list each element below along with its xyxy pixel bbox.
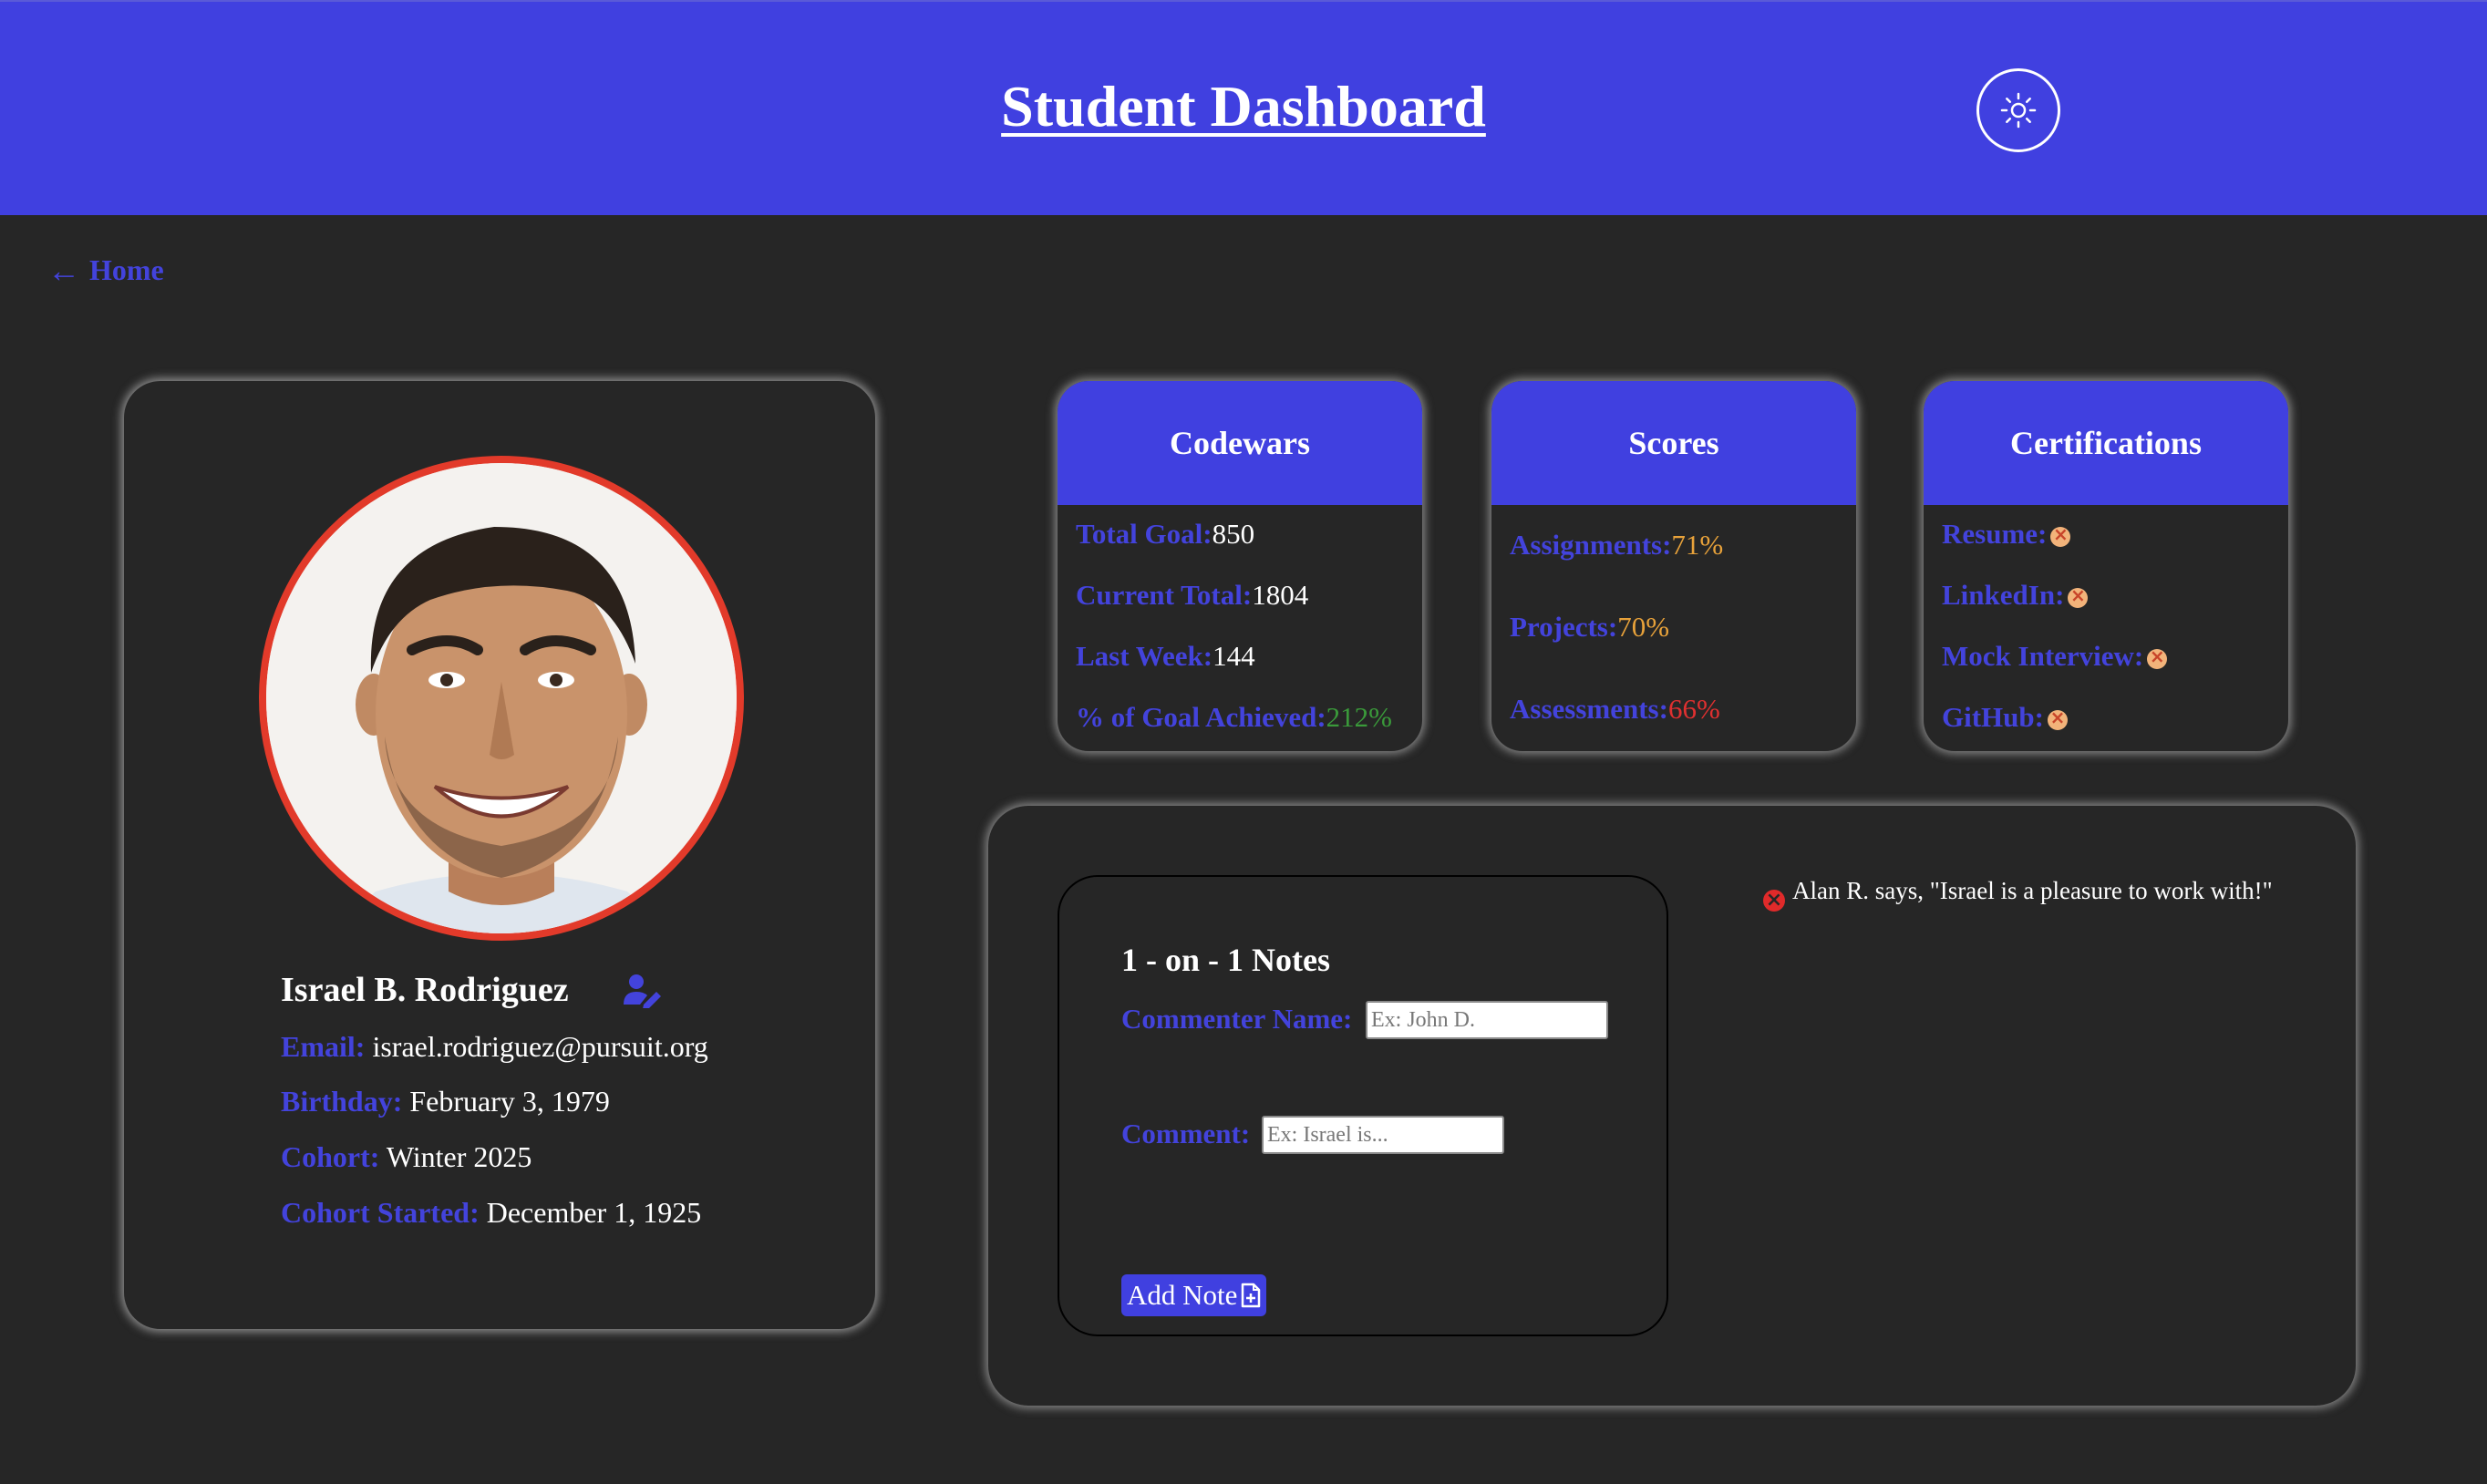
cohort-label: Cohort: (281, 1140, 380, 1173)
scores-projects: Projects:70% (1510, 611, 1669, 644)
certifications-title: Certifications (1924, 381, 2288, 505)
commenter-name-input[interactable] (1366, 1001, 1608, 1039)
codewars-goal-achieved-value: 212% (1326, 701, 1392, 733)
certifications-card: Certifications Resume: LinkedIn: Mock In… (1924, 381, 2288, 751)
codewars-title: Codewars (1058, 381, 1422, 505)
cert-mock-interview: Mock Interview: (1942, 640, 2168, 673)
cert-resume-label: Resume: (1942, 518, 2048, 550)
x-circle-icon (2147, 645, 2168, 669)
birthday-value: February 3, 1979 (409, 1085, 610, 1118)
codewars-goal-achieved: % of Goal Achieved:212% (1076, 701, 1392, 734)
scores-assignments: Assignments:71% (1510, 529, 1723, 562)
scores-projects-label: Projects: (1510, 611, 1618, 643)
birthday-row: Birthday: February 3, 1979 (281, 1085, 610, 1118)
codewars-last-week-label: Last Week: (1076, 640, 1213, 672)
codewars-last-week: Last Week:144 (1076, 640, 1255, 673)
codewars-total-goal-label: Total Goal: (1076, 518, 1213, 550)
delete-comment-icon[interactable] (1763, 885, 1785, 916)
cohort-started-label: Cohort Started: (281, 1196, 480, 1229)
profile-card: Israel B. Rodriguez Email: israel.rodrig… (124, 381, 875, 1329)
codewars-card: Codewars Total Goal:850 Current Total:18… (1058, 381, 1422, 751)
arrow-left-icon: ← (47, 252, 80, 289)
avatar (259, 456, 744, 941)
scores-card: Scores Assignments:71% Projects:70% Asse… (1491, 381, 1856, 751)
scores-assessments: Assessments:66% (1510, 693, 1720, 726)
cert-linkedin-label: LinkedIn: (1942, 579, 2065, 611)
page-title: Student Dashboard (1001, 74, 1486, 139)
notes-title: 1 - on - 1 Notes (1121, 942, 1330, 978)
x-circle-icon (2050, 523, 2071, 547)
scores-projects-value: 70% (1617, 611, 1670, 643)
cert-resume: Resume: (1942, 518, 2071, 551)
scores-assessments-label: Assessments: (1510, 693, 1668, 725)
codewars-last-week-value: 144 (1213, 640, 1255, 672)
cohort-row: Cohort: Winter 2025 (281, 1140, 531, 1174)
codewars-current-total: Current Total:1804 (1076, 579, 1308, 612)
email-label: Email: (281, 1030, 366, 1063)
codewars-total-goal: Total Goal:850 (1076, 518, 1254, 551)
home-link[interactable]: ← Home (47, 253, 164, 287)
scores-assignments-value: 71% (1671, 529, 1724, 561)
codewars-total-goal-value: 850 (1212, 518, 1255, 550)
cohort-started-row: Cohort Started: December 1, 1925 (281, 1196, 701, 1230)
scores-assignments-label: Assignments: (1510, 529, 1672, 561)
comment-input[interactable] (1262, 1116, 1504, 1154)
x-circle-icon (2047, 706, 2068, 730)
notes-form: 1 - on - 1 Notes Commenter Name: Comment… (1058, 875, 1668, 1336)
cert-linkedin: LinkedIn: (1942, 579, 2089, 612)
comment-text: Alan R. says, "Israel is a pleasure to w… (1792, 877, 2273, 904)
comment-label: Comment: (1121, 1118, 1251, 1149)
home-link-label: Home (89, 253, 164, 286)
cohort-value: Winter 2025 (386, 1140, 532, 1173)
commenter-name-label: Commenter Name: (1121, 1003, 1353, 1035)
theme-toggle-button[interactable] (1976, 68, 2060, 152)
file-plus-icon (1242, 1283, 1261, 1308)
comment-item: Alan R. says, "Israel is a pleasure to w… (1763, 875, 2274, 916)
codewars-goal-achieved-label: % of Goal Achieved: (1076, 701, 1326, 733)
x-circle-icon (2068, 584, 2089, 608)
birthday-label: Birthday: (281, 1085, 403, 1118)
codewars-current-total-value: 1804 (1252, 579, 1309, 611)
email-value: israel.rodriguez@pursuit.org (372, 1030, 708, 1063)
cert-mock-interview-label: Mock Interview: (1942, 640, 2144, 672)
cohort-started-value: December 1, 1925 (486, 1196, 702, 1229)
scores-assessments-value: 66% (1667, 693, 1720, 725)
cert-github-label: GitHub: (1942, 701, 2044, 733)
add-note-button[interactable]: Add Note (1121, 1274, 1267, 1316)
user-edit-icon[interactable] (624, 974, 662, 1008)
header-bar: Student Dashboard (0, 0, 2487, 215)
sun-icon (2000, 92, 2037, 129)
cert-github: GitHub: (1942, 701, 2068, 734)
student-name: Israel B. Rodriguez (281, 971, 569, 1009)
notes-section: 1 - on - 1 Notes Commenter Name: Comment… (988, 806, 2356, 1406)
email-row: Email: israel.rodriguez@pursuit.org (281, 1030, 708, 1064)
codewars-current-total-label: Current Total: (1076, 579, 1253, 611)
add-note-label: Add Note (1127, 1279, 1238, 1311)
scores-title: Scores (1491, 381, 1856, 505)
